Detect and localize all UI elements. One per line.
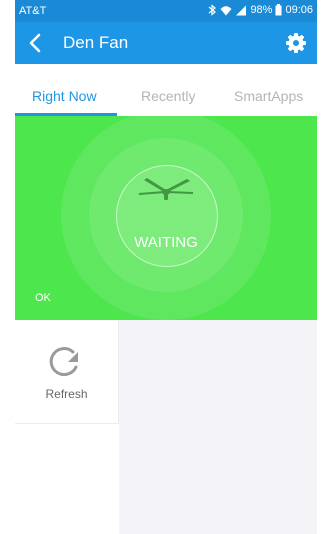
refresh-tile[interactable]: Refresh: [15, 320, 119, 424]
device-status-tile[interactable]: WAITING OK: [15, 116, 317, 320]
clock: 09:06: [285, 4, 313, 16]
back-arrow-icon[interactable]: [23, 30, 49, 56]
refresh-icon: [49, 347, 78, 377]
signal-icon: [236, 5, 247, 15]
battery-icon: [275, 4, 282, 16]
gear-icon[interactable]: [283, 30, 309, 56]
bluetooth-icon: [209, 4, 217, 16]
tab-right-now[interactable]: Right Now: [32, 88, 97, 104]
status-bar: AT&T 98% 09:06: [15, 0, 317, 22]
tab-smartapps[interactable]: SmartApps: [234, 88, 303, 104]
refresh-label: Refresh: [45, 387, 88, 401]
empty-tile-area: [119, 320, 317, 534]
status-label: WAITING: [134, 234, 198, 251]
battery-percent: 98%: [250, 4, 273, 16]
phone-screen: AT&T 98% 09:06 Den Fan Right Now Recentl…: [15, 0, 317, 534]
wifi-icon: [220, 5, 232, 15]
app-bar: Den Fan: [15, 22, 317, 64]
ceiling-fan-icon: [139, 178, 193, 200]
status-icons: 98% 09:06: [208, 4, 313, 16]
sub-status-label: OK: [35, 292, 51, 304]
tab-bar: Right Now Recently SmartApps: [15, 64, 317, 117]
page-title: Den Fan: [63, 33, 129, 52]
tab-recently[interactable]: Recently: [141, 88, 195, 104]
carrier: AT&T: [19, 5, 47, 17]
